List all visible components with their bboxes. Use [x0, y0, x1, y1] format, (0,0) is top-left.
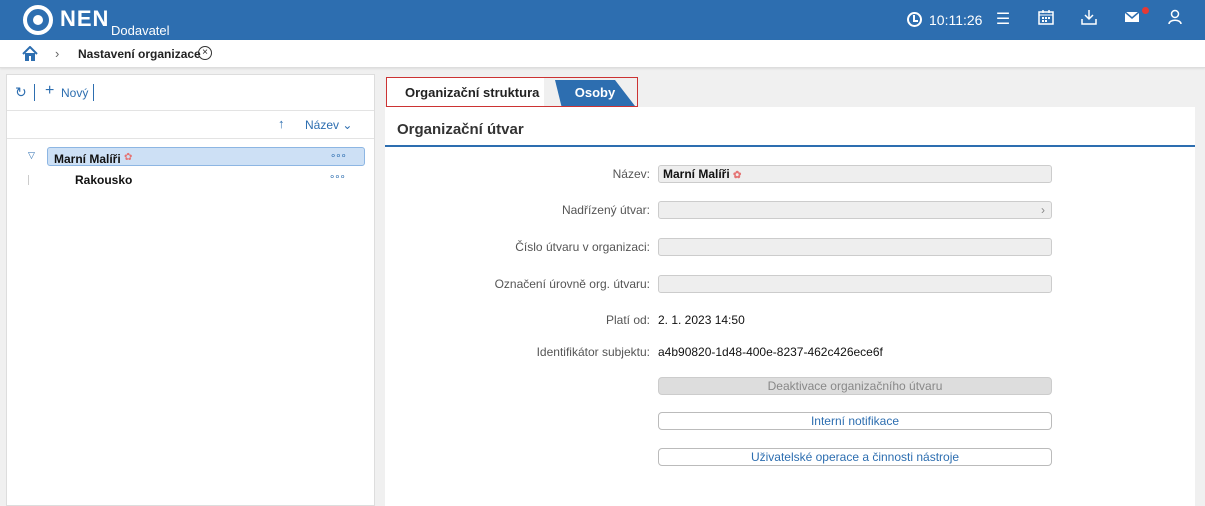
number-label: Číslo útvaru v organizaci: — [515, 240, 650, 254]
tree-panel: ↻ + Nový ↑ Název ⌄ ▽ Marní Malíři ✿ ∘∘∘ … — [6, 74, 375, 506]
tab-org-structure[interactable]: Organizační struktura — [386, 77, 544, 107]
expand-toggle-icon[interactable]: ▽ — [28, 150, 35, 161]
tree-toolbar: ↻ + Nový — [7, 75, 374, 111]
clock-icon — [907, 12, 922, 27]
tree-item[interactable]: Rakousko ∘∘∘ — [47, 169, 365, 188]
calendar-icon[interactable] — [1035, 9, 1057, 31]
plus-icon[interactable]: + — [45, 82, 54, 100]
close-tab-icon[interactable]: × — [198, 46, 212, 60]
name-field[interactable]: Marní Malíři ✿ — [658, 165, 1052, 183]
app-subtitle: Dodavatel — [111, 23, 170, 38]
tree-connector — [28, 175, 29, 185]
tree-item-label: Rakousko — [75, 173, 133, 187]
parent-field[interactable]: › — [658, 201, 1052, 219]
level-label: Označení úrovně org. útvaru: — [494, 277, 650, 291]
name-label: Název: — [612, 167, 650, 181]
tree-item-selected[interactable]: Marní Malíři ✿ ∘∘∘ — [47, 147, 365, 166]
refresh-icon[interactable]: ↻ — [15, 84, 27, 101]
breadcrumb-current: Nastavení organizace — [78, 47, 201, 61]
top-bar: NEN Dodavatel 10:11:26 ☰ — [0, 0, 1205, 40]
org-flower-icon: ✿ — [124, 152, 133, 163]
detail-panel: Organizační struktura Osoby Organizační … — [385, 74, 1200, 506]
section-title: Organizační útvar — [397, 121, 524, 138]
valid-from-value: 2. 1. 2023 14:50 — [658, 313, 745, 327]
section-divider — [385, 145, 1195, 147]
nen-logo-icon[interactable] — [23, 5, 53, 35]
sort-label: Název — [305, 118, 340, 132]
session-time: 10:11:26 — [929, 12, 983, 28]
deactivate-button[interactable]: Deaktivace organizačního útvaru — [658, 377, 1052, 395]
internal-notifications-button[interactable]: Interní notifikace — [658, 412, 1052, 430]
detail-content: Organizační útvar Název: Marní Malíři ✿ … — [385, 107, 1195, 506]
download-icon[interactable] — [1078, 9, 1100, 31]
parent-label: Nadřízený útvar: — [561, 203, 650, 217]
org-flower-icon: ✿ — [733, 170, 742, 181]
tab-persons[interactable]: Osoby — [555, 80, 635, 106]
tree-item-label: Marní Malíři — [54, 152, 121, 166]
more-options-icon[interactable]: ∘∘∘ — [330, 151, 347, 162]
name-value: Marní Malíři — [663, 167, 730, 181]
app-logo[interactable]: NEN — [60, 6, 109, 32]
breadcrumb: › Nastavení organizace × — [0, 40, 1205, 68]
number-field[interactable] — [658, 238, 1052, 256]
notification-dot — [1142, 7, 1149, 14]
level-field[interactable] — [658, 275, 1052, 293]
sort-bar: ↑ Název ⌄ — [7, 111, 374, 139]
valid-from-label: Platí od: — [605, 313, 650, 327]
mail-icon[interactable] — [1121, 9, 1143, 31]
home-icon[interactable] — [22, 45, 38, 65]
chevron-right-icon: › — [55, 46, 60, 61]
sort-by-name[interactable]: Název ⌄ — [305, 118, 352, 132]
sort-ascending-icon[interactable]: ↑ — [278, 116, 285, 131]
more-options-icon[interactable]: ∘∘∘ — [329, 172, 346, 183]
subject-id-value: a4b90820-1d48-400e-8237-462c426ece6f — [658, 345, 883, 359]
menu-icon[interactable]: ☰ — [992, 9, 1014, 31]
toolbar-divider — [93, 84, 94, 101]
toolbar-divider — [34, 84, 35, 101]
new-button[interactable]: Nový — [61, 86, 88, 100]
subject-id-label: Identifikátor subjektu: — [536, 345, 650, 359]
user-operations-button[interactable]: Uživatelské operace a činnosti nástroje — [658, 448, 1052, 466]
chevron-right-icon: › — [1041, 203, 1045, 217]
user-icon[interactable] — [1164, 9, 1186, 31]
